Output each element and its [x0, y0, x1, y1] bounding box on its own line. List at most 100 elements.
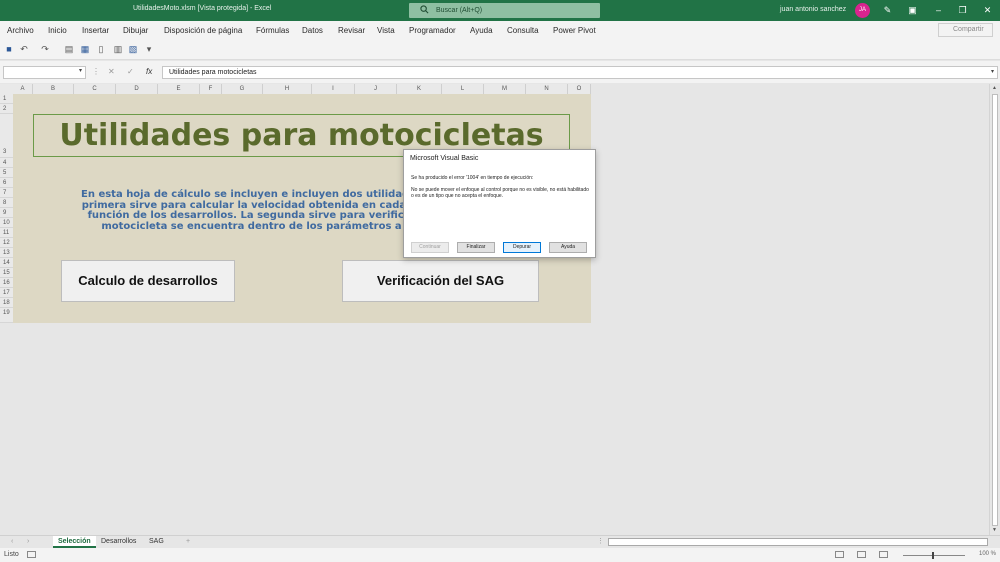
form-icon[interactable]: ▦ — [80, 44, 90, 55]
menu-vista[interactable]: Vista — [377, 26, 395, 35]
save-icon[interactable]: ■ — [4, 44, 14, 55]
minimize-icon[interactable]: – — [932, 4, 945, 17]
pen-icon[interactable]: ✎ — [881, 4, 894, 17]
accessibility-icon[interactable] — [27, 551, 36, 558]
name-box[interactable]: ▾ — [3, 66, 86, 79]
column-header[interactable]: F — [200, 84, 222, 94]
column-header[interactable]: J — [355, 84, 397, 94]
row-header[interactable]: 7 — [0, 188, 13, 198]
chart-icon[interactable]: ▥ — [113, 44, 123, 55]
menu-power-pivot[interactable]: Power Pivot — [553, 26, 596, 35]
description-line: En esta hoja de cálculo se incluyen e in… — [81, 189, 422, 200]
vertical-scrollbar[interactable]: ▲ ▼ — [989, 84, 1000, 536]
help-button[interactable]: Ayuda — [549, 242, 587, 253]
menu-consulta[interactable]: Consulta — [507, 26, 539, 35]
row-header[interactable]: 17 — [0, 288, 13, 298]
row-header[interactable]: 14 — [0, 258, 13, 268]
row-header[interactable]: 12 — [0, 238, 13, 248]
menu-archivo[interactable]: Archivo — [7, 26, 34, 35]
search-box[interactable]: Buscar (Alt+Q) — [409, 3, 600, 18]
formula-input[interactable]: Utilidades para motocicletas ▾ — [162, 66, 998, 79]
row-header[interactable]: 1 — [0, 94, 13, 104]
column-header[interactable]: L — [442, 84, 484, 94]
verificacion-sag-button[interactable]: Verificación del SAG — [342, 260, 539, 302]
row-header[interactable]: 6 — [0, 178, 13, 188]
column-header[interactable]: N — [526, 84, 568, 94]
row-header[interactable]: 11 — [0, 228, 13, 238]
row-header[interactable]: 16 — [0, 278, 13, 288]
debug-button[interactable]: Depurar — [503, 242, 541, 253]
ribbon-display-icon[interactable]: ▣ — [906, 4, 919, 17]
column-header[interactable]: E — [158, 84, 200, 94]
column-header[interactable]: D — [116, 84, 158, 94]
menu-inicio[interactable]: Inicio — [48, 26, 67, 35]
horizontal-scrollbar[interactable] — [608, 538, 988, 546]
row-header[interactable]: 13 — [0, 248, 13, 258]
share-button[interactable]: Compartir — [938, 23, 993, 37]
row-header[interactable]: 15 — [0, 268, 13, 278]
column-header[interactable]: M — [484, 84, 526, 94]
scroll-thumb[interactable] — [992, 94, 998, 526]
normal-view-icon[interactable] — [835, 551, 844, 558]
column-header[interactable]: A — [13, 84, 33, 94]
column-header[interactable]: H — [263, 84, 312, 94]
menu-dibujar[interactable]: Dibujar — [123, 26, 148, 35]
zoom-slider[interactable] — [903, 555, 965, 556]
restore-icon[interactable]: ❐ — [956, 4, 969, 17]
tab-scroll-left-icon[interactable]: ‹ — [11, 536, 13, 548]
avatar[interactable]: JA — [855, 3, 870, 18]
row-header[interactable]: 9 — [0, 208, 13, 218]
column-header[interactable]: K — [397, 84, 442, 94]
tab-scroll-right-icon[interactable]: › — [27, 536, 29, 548]
zoom-level[interactable]: 100 % — [979, 551, 996, 557]
zoom-slider-thumb[interactable] — [932, 552, 934, 559]
row-header[interactable]: 18 — [0, 298, 13, 308]
column-header[interactable]: G — [222, 84, 263, 94]
row-header[interactable]: 3 — [0, 114, 13, 158]
menu-formulas[interactable]: Fórmulas — [256, 26, 289, 35]
column-header[interactable]: I — [312, 84, 355, 94]
tab-seleccion[interactable]: Selección — [53, 536, 96, 548]
customize-qat-icon[interactable]: ▾ — [144, 44, 154, 55]
column-header[interactable]: B — [33, 84, 74, 94]
page-layout-view-icon[interactable] — [857, 551, 866, 558]
continue-button[interactable]: Continuar — [411, 242, 449, 253]
insert-function-icon[interactable]: fx — [146, 67, 152, 76]
print-preview-icon[interactable]: ▤ — [64, 44, 74, 55]
row-header[interactable]: 2 — [0, 104, 13, 114]
page-break-view-icon[interactable] — [879, 551, 888, 558]
calculo-desarrollos-button[interactable]: Calculo de desarrollos — [61, 260, 235, 302]
undo-icon[interactable]: ↶ — [19, 44, 29, 55]
row-header[interactable]: 19 — [0, 308, 13, 323]
add-sheet-icon[interactable]: + — [186, 536, 190, 548]
scroll-up-icon[interactable]: ▲ — [992, 85, 997, 91]
row-header[interactable]: 4 — [0, 158, 13, 168]
more-options-icon[interactable]: ⋮ — [597, 536, 604, 548]
scroll-down-icon[interactable]: ▼ — [992, 527, 997, 533]
menu-disposicion[interactable]: Disposición de página — [164, 26, 242, 35]
cancel-icon[interactable]: ✕ — [108, 67, 115, 76]
row-header[interactable]: 5 — [0, 168, 13, 178]
error-line: Se ha producido el error '1004' en tiemp… — [411, 175, 534, 181]
menu-insertar[interactable]: Insertar — [82, 26, 109, 35]
column-header[interactable]: O — [568, 84, 591, 94]
chevron-down-icon[interactable]: ▾ — [79, 67, 82, 74]
table-icon[interactable]: ▧ — [128, 44, 138, 55]
end-button[interactable]: Finalizar — [457, 242, 495, 253]
row-header[interactable]: 8 — [0, 198, 13, 208]
select-all-corner[interactable] — [0, 84, 13, 94]
expand-formula-icon[interactable]: ▾ — [991, 68, 994, 75]
tab-desarrollos[interactable]: Desarrollos — [101, 536, 136, 548]
tab-sag[interactable]: SAG — [149, 536, 164, 548]
column-header[interactable]: C — [74, 84, 116, 94]
user-name[interactable]: juan antonio sanchez — [780, 6, 846, 13]
menu-revisar[interactable]: Revisar — [338, 26, 365, 35]
close-icon[interactable]: ✕ — [981, 4, 994, 17]
menu-datos[interactable]: Datos — [302, 26, 323, 35]
row-header[interactable]: 10 — [0, 218, 13, 228]
new-document-icon[interactable]: ▯ — [96, 44, 106, 55]
enter-icon[interactable]: ✓ — [127, 67, 134, 76]
menu-ayuda[interactable]: Ayuda — [470, 26, 493, 35]
menu-programador[interactable]: Programador — [409, 26, 456, 35]
redo-icon[interactable]: ↷ — [40, 44, 50, 55]
